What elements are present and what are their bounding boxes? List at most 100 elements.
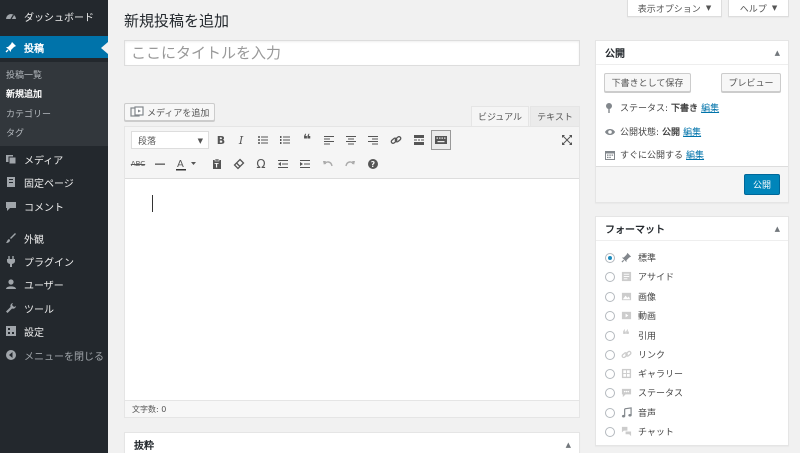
- read-more-button[interactable]: [409, 130, 429, 150]
- pin-icon: [620, 252, 632, 264]
- help-tab[interactable]: ヘルプ ▼: [728, 0, 789, 17]
- numbered-list-button[interactable]: [275, 130, 295, 150]
- text-color-button[interactable]: A: [172, 154, 202, 174]
- sidebar-item-appearance[interactable]: 外観: [0, 227, 108, 249]
- indent-button[interactable]: [295, 154, 315, 174]
- sidebar-item-dashboard[interactable]: ダッシュボード: [0, 5, 108, 27]
- collapse-icon: [5, 349, 17, 361]
- horizontal-line-button[interactable]: [150, 154, 170, 174]
- format-option-video[interactable]: 動画: [605, 309, 656, 322]
- add-media-button[interactable]: メディアを追加: [124, 103, 215, 121]
- edit-status-link[interactable]: 編集: [701, 101, 719, 114]
- quote-icon: ❝: [622, 328, 630, 343]
- save-draft-button[interactable]: 下書きとして保存: [604, 73, 691, 92]
- link-icon: [390, 136, 402, 144]
- format-radio[interactable]: [605, 291, 615, 302]
- special-character-button[interactable]: Ω: [251, 154, 271, 174]
- sidebar-item-users[interactable]: ユーザー: [0, 273, 108, 295]
- bold-button[interactable]: B: [211, 130, 231, 150]
- format-option-status[interactable]: ステータス: [605, 386, 683, 399]
- sidebar-item-pages[interactable]: 固定ページ: [0, 171, 108, 193]
- submenu-item-categories[interactable]: カテゴリー: [6, 107, 51, 120]
- redo-button[interactable]: [340, 154, 360, 174]
- outdent-button[interactable]: [273, 154, 293, 174]
- bullet-list-button[interactable]: [253, 130, 273, 150]
- fullscreen-button[interactable]: [557, 130, 577, 150]
- page-icon: [5, 176, 17, 188]
- outdent-icon: [278, 160, 288, 168]
- post-title-input[interactable]: [124, 40, 580, 66]
- omega-icon: Ω: [256, 157, 266, 171]
- keyboard-icon: [435, 136, 447, 144]
- edit-schedule-link[interactable]: 編集: [686, 148, 704, 161]
- format-option-image[interactable]: 画像: [605, 290, 656, 303]
- horizontal-line-icon: [155, 163, 165, 165]
- tab-visual[interactable]: ビジュアル: [471, 106, 529, 126]
- format-box: フォーマット ▲ 標準 アサイド 画像 動画 ❝ 引用 リンク ギャラリー ステ…: [595, 216, 789, 446]
- sidebar-item-collapse[interactable]: メニューを閉じる: [0, 344, 108, 366]
- format-radio[interactable]: [605, 310, 615, 321]
- status-label: ステータス:: [620, 104, 669, 114]
- strikethrough-button[interactable]: ABC: [128, 154, 148, 174]
- status-icon: [620, 387, 632, 399]
- keyboard-shortcuts-button[interactable]: ?: [363, 154, 383, 174]
- excerpt-header[interactable]: 抜粋 ▲: [125, 433, 579, 453]
- italic-button[interactable]: I: [231, 130, 251, 150]
- submenu-item-all-posts[interactable]: 投稿一覧: [6, 68, 42, 81]
- align-right-button[interactable]: [363, 130, 383, 150]
- sidebar-item-media[interactable]: メディア: [0, 148, 108, 170]
- format-option-gallery[interactable]: ギャラリー: [605, 367, 683, 380]
- format-radio[interactable]: [605, 349, 615, 360]
- format-option-audio[interactable]: 音声: [605, 406, 656, 419]
- triangle-up-icon[interactable]: ▲: [775, 225, 780, 233]
- format-radio[interactable]: [605, 252, 615, 263]
- sidebar-item-label: コメント: [24, 202, 64, 214]
- status-row: ステータス: 下書き 編集: [604, 101, 719, 114]
- edit-visibility-link[interactable]: 編集: [683, 125, 701, 138]
- triangle-up-icon[interactable]: ▲: [775, 49, 780, 57]
- indent-icon: [300, 160, 310, 168]
- sidebar-item-plugins[interactable]: プラグイン: [0, 250, 108, 272]
- tab-text[interactable]: テキスト: [530, 106, 580, 126]
- format-radio[interactable]: [605, 407, 615, 418]
- format-radio[interactable]: [605, 387, 615, 398]
- format-radio[interactable]: [605, 368, 615, 379]
- toolbar-toggle-button[interactable]: [431, 130, 451, 150]
- format-radio[interactable]: [605, 271, 615, 282]
- format-option-chat[interactable]: チャット: [605, 425, 674, 438]
- format-option-standard[interactable]: 標準: [605, 251, 656, 264]
- clear-formatting-button[interactable]: [229, 154, 249, 174]
- format-option-label: 画像: [638, 293, 657, 303]
- preview-button[interactable]: プレビュー: [721, 73, 781, 92]
- sidebar-item-settings[interactable]: 設定: [0, 320, 108, 342]
- align-left-button[interactable]: [319, 130, 339, 150]
- triangle-up-icon[interactable]: ▲: [566, 441, 571, 449]
- format-option-link[interactable]: リンク: [605, 348, 665, 361]
- paste-text-button[interactable]: T: [207, 154, 227, 174]
- blockquote-button[interactable]: ❝: [297, 130, 317, 150]
- format-radio[interactable]: [605, 426, 615, 437]
- sidebar-item-label: 固定ページ: [24, 178, 74, 190]
- screen-options-label: 表示オプション: [637, 4, 701, 15]
- format-option-quote[interactable]: ❝ 引用: [605, 328, 656, 343]
- sidebar-item-posts[interactable]: 投稿: [0, 36, 108, 58]
- format-option-label: ステータス: [638, 389, 684, 399]
- sidebar-item-tools[interactable]: ツール: [0, 297, 108, 319]
- format-radio[interactable]: [605, 330, 615, 341]
- sidebar-item-comments[interactable]: コメント: [0, 195, 108, 217]
- paragraph-format-select[interactable]: 段落 ▼: [131, 131, 209, 149]
- publish-title: 公開: [605, 49, 625, 60]
- publish-button[interactable]: 公開: [744, 174, 780, 195]
- screen-options-tab[interactable]: 表示オプション ▼: [627, 0, 722, 17]
- format-header[interactable]: フォーマット ▲: [596, 217, 788, 241]
- insert-link-button[interactable]: [386, 130, 406, 150]
- align-center-button[interactable]: [341, 130, 361, 150]
- format-select-value: 段落: [138, 136, 157, 147]
- publish-header[interactable]: 公開 ▲: [596, 41, 788, 65]
- format-option-aside[interactable]: アサイド: [605, 270, 674, 283]
- plugin-icon: [5, 255, 17, 267]
- undo-button[interactable]: [318, 154, 338, 174]
- submenu-item-add-new[interactable]: 新規追加: [6, 87, 42, 100]
- excerpt-title: 抜粋: [134, 441, 154, 452]
- submenu-item-tags[interactable]: タグ: [6, 126, 24, 139]
